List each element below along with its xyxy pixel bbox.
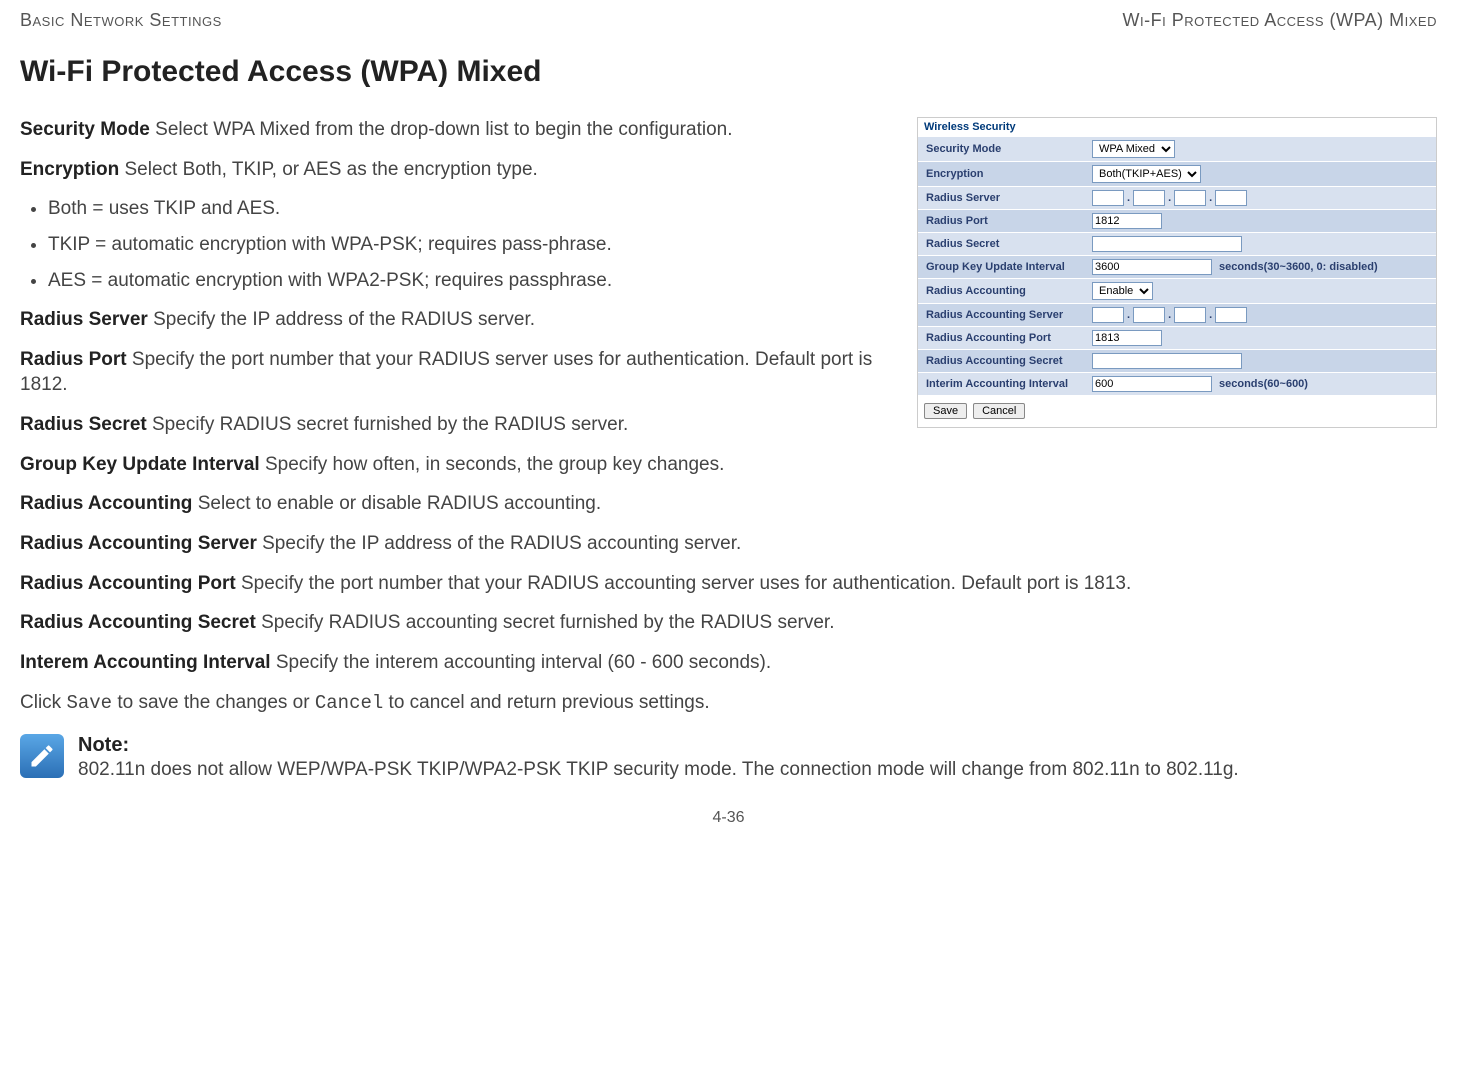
- note-body: 802.11n does not allow WEP/WPA-PSK TKIP/…: [78, 757, 1239, 783]
- note-title: Note:: [78, 734, 1239, 757]
- wireless-security-panel: Wireless Security Security Mode WPA Mixe…: [917, 117, 1437, 428]
- page-title: Wi-Fi Protected Access (WPA) Mixed: [20, 55, 1437, 89]
- label-radius-secret: Radius Secret: [918, 234, 1088, 254]
- radius-acct-secret-input[interactable]: [1092, 353, 1242, 369]
- label-encryption: Encryption: [918, 164, 1088, 184]
- radius-server-field: . . .: [1088, 187, 1436, 209]
- interim-hint: seconds(60~600): [1219, 378, 1308, 390]
- note-box: Note: 802.11n does not allow WEP/WPA-PSK…: [20, 734, 1437, 783]
- label-security-mode: Security Mode: [918, 139, 1088, 159]
- group-key-hint: seconds(30~3600, 0: disabled): [1219, 261, 1378, 273]
- panel-title: Wireless Security: [918, 118, 1436, 136]
- radius-acct-select[interactable]: Enable: [1092, 282, 1153, 300]
- header-right: Wi-Fi Protected Access (WPA) Mixed: [1122, 10, 1437, 31]
- radius-secret-input[interactable]: [1092, 236, 1242, 252]
- label-radius-port: Radius Port: [918, 211, 1088, 231]
- page-header: Basic Network Settings Wi-Fi Protected A…: [20, 10, 1437, 31]
- interim-input[interactable]: [1092, 376, 1212, 392]
- radius-acct-server-oct4[interactable]: [1215, 307, 1247, 323]
- label-interim: Interim Accounting Interval: [918, 374, 1088, 394]
- label-group-key: Group Key Update Interval: [918, 257, 1088, 277]
- page-number: 4-36: [20, 809, 1437, 827]
- label-radius-server: Radius Server: [918, 188, 1088, 208]
- radius-server-oct2[interactable]: [1133, 190, 1165, 206]
- desc-group-key: Group Key Update Interval Specify how of…: [20, 452, 1437, 478]
- desc-interim: Interem Accounting Interval Specify the …: [20, 650, 1437, 676]
- radius-server-oct3[interactable]: [1174, 190, 1206, 206]
- desc-footer: Click Save to save the changes or Cancel…: [20, 690, 1437, 717]
- radius-acct-port-input[interactable]: [1092, 330, 1162, 346]
- label-radius-acct: Radius Accounting: [918, 281, 1088, 301]
- desc-radius-acct-port: Radius Accounting Port Specify the port …: [20, 571, 1437, 597]
- radius-acct-server-oct3[interactable]: [1174, 307, 1206, 323]
- radius-server-oct1[interactable]: [1092, 190, 1124, 206]
- radius-port-input[interactable]: [1092, 213, 1162, 229]
- radius-acct-server-oct2[interactable]: [1133, 307, 1165, 323]
- label-radius-acct-port: Radius Accounting Port: [918, 328, 1088, 348]
- encryption-select[interactable]: Both(TKIP+AES): [1092, 165, 1201, 183]
- radius-acct-server-oct1[interactable]: [1092, 307, 1124, 323]
- label-radius-acct-secret: Radius Accounting Secret: [918, 351, 1088, 371]
- radius-server-oct4[interactable]: [1215, 190, 1247, 206]
- save-button[interactable]: Save: [924, 403, 967, 419]
- desc-radius-acct-server: Radius Accounting Server Specify the IP …: [20, 531, 1437, 557]
- radius-acct-server-field: . . .: [1088, 304, 1436, 326]
- security-mode-select[interactable]: WPA Mixed: [1092, 140, 1175, 158]
- desc-radius-acct: Radius Accounting Select to enable or di…: [20, 491, 1437, 517]
- desc-radius-acct-secret: Radius Accounting Secret Specify RADIUS …: [20, 610, 1437, 636]
- header-left: Basic Network Settings: [20, 10, 222, 31]
- group-key-input[interactable]: [1092, 259, 1212, 275]
- pencil-icon: [20, 734, 64, 778]
- cancel-button[interactable]: Cancel: [973, 403, 1025, 419]
- label-radius-acct-server: Radius Accounting Server: [918, 305, 1088, 325]
